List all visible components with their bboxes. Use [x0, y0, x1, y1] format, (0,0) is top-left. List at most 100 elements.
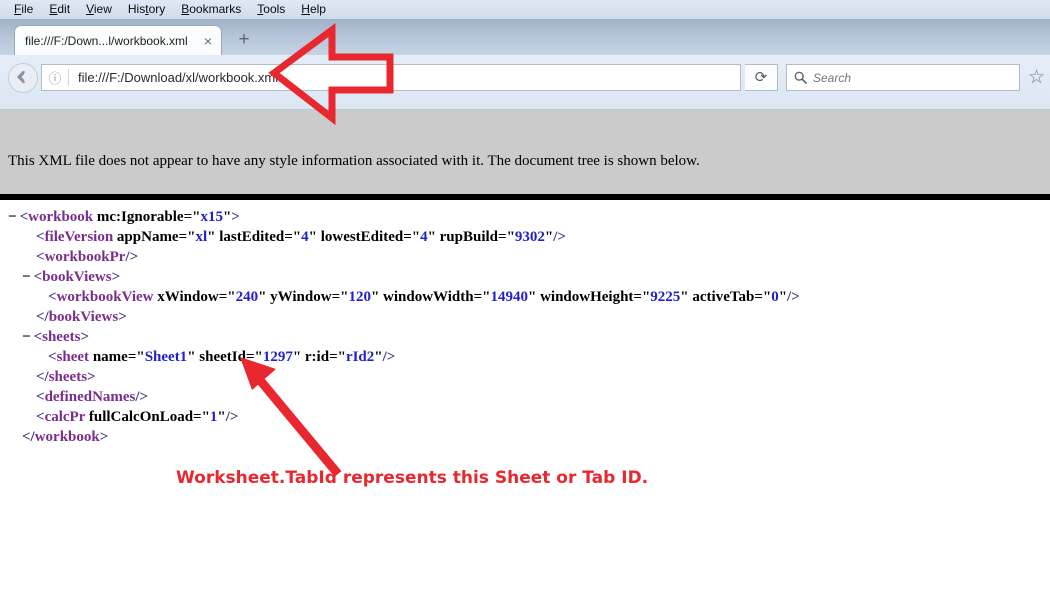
bookmark-star-icon[interactable]: ☆: [1028, 68, 1045, 87]
new-tab-button[interactable]: +: [232, 28, 256, 52]
xml-punct: >: [112, 269, 121, 285]
xml-tag: workbook: [35, 429, 100, 445]
xml-eq: ": [374, 349, 382, 365]
xml-punct: />: [383, 349, 396, 365]
xml-banner-text: This XML file does not appear to have an…: [8, 153, 700, 170]
xml-eq: =": [284, 229, 301, 245]
collapse-toggle-icon[interactable]: −: [22, 269, 31, 285]
xml-attr: xWindow: [157, 289, 218, 305]
info-icon[interactable]: ⓘ: [42, 68, 68, 87]
xml-line: −<workbook mc:Ignorable="x15">: [0, 207, 1050, 227]
xml-punct: />: [553, 229, 566, 245]
xml-val: 14940: [490, 289, 528, 305]
xml-line: <fileVersion appName="xl" lastEdited="4"…: [0, 227, 1050, 247]
xml-eq: =": [193, 409, 210, 425]
menu-item-file[interactable]: File: [6, 0, 41, 19]
xml-punct: />: [226, 409, 239, 425]
xml-tag: sheet: [57, 349, 90, 365]
xml-line: <workbookPr/>: [0, 247, 1050, 267]
xml-punct: >: [231, 209, 240, 225]
back-button[interactable]: [8, 63, 38, 93]
xml-val: 240: [236, 289, 259, 305]
xml-punct: >: [118, 309, 127, 325]
xml-eq: ": [545, 229, 553, 245]
url-text: file:///F:/Download/xl/workbook.xml: [69, 70, 740, 85]
xml-eq: =": [633, 289, 650, 305]
tab-title: file:///F:/Down...l/workbook.xml: [25, 34, 201, 48]
xml-attr: mc:Ignorable: [97, 209, 184, 225]
xml-punct: >: [100, 429, 109, 445]
close-icon[interactable]: ×: [201, 34, 215, 48]
xml-attr: lastEdited: [219, 229, 284, 245]
reload-button[interactable]: ⟳: [745, 64, 778, 91]
xml-val: Sheet1: [145, 349, 188, 365]
menu-item-history[interactable]: History: [120, 0, 173, 19]
address-bar[interactable]: ⓘ file:///F:/Download/xl/workbook.xml: [41, 64, 741, 91]
xml-eq: ": [528, 289, 540, 305]
xml-style-banner: This XML file does not appear to have an…: [0, 110, 1050, 194]
xml-val: xl: [195, 229, 207, 245]
menu-item-view[interactable]: View: [78, 0, 120, 19]
xml-attr: appName: [117, 229, 179, 245]
xml-eq: ": [428, 229, 440, 245]
xml-punct: <: [20, 209, 29, 225]
xml-attr: activeTab: [692, 289, 754, 305]
xml-tag: sheets: [49, 369, 87, 385]
xml-punct: <: [36, 389, 45, 405]
menu-item-edit[interactable]: Edit: [41, 0, 78, 19]
xml-line: −<bookViews>: [0, 267, 1050, 287]
xml-tag: workbookView: [57, 289, 154, 305]
xml-punct: <: [36, 229, 45, 245]
navigation-bar: ⓘ file:///F:/Download/xl/workbook.xml ⟳ …: [0, 55, 1050, 110]
xml-attr: windowWidth: [383, 289, 474, 305]
xml-eq: =": [179, 229, 196, 245]
browser-tab[interactable]: file:///F:/Down...l/workbook.xml ×: [14, 25, 222, 55]
xml-eq: =": [332, 289, 349, 305]
xml-line: </sheets>: [0, 367, 1050, 387]
xml-eq: ": [217, 409, 225, 425]
collapse-toggle-icon[interactable]: −: [8, 209, 17, 225]
xml-eq: ": [207, 229, 219, 245]
search-bar[interactable]: [786, 64, 1020, 91]
xml-eq: ": [187, 349, 199, 365]
xml-val: 0: [771, 289, 779, 305]
collapse-toggle-icon[interactable]: −: [22, 329, 31, 345]
xml-punct: />: [135, 389, 148, 405]
xml-punct: </: [36, 369, 49, 385]
xml-eq: =": [128, 349, 145, 365]
xml-punct: >: [87, 369, 96, 385]
xml-line: </workbook>: [0, 427, 1050, 447]
xml-val: 4: [420, 229, 428, 245]
xml-line: </bookViews>: [0, 307, 1050, 327]
xml-eq: ": [680, 289, 692, 305]
xml-punct: <: [48, 289, 57, 305]
menu-item-bookmarks[interactable]: Bookmarks: [173, 0, 249, 19]
xml-punct: <: [36, 249, 45, 265]
search-input[interactable]: [813, 71, 1019, 85]
menu-item-help[interactable]: Help: [293, 0, 334, 19]
back-arrow-icon: [14, 69, 30, 85]
xml-eq: ": [309, 229, 321, 245]
xml-eq: ": [293, 349, 305, 365]
xml-eq: ": [258, 289, 270, 305]
xml-attr: name: [93, 349, 128, 365]
xml-attr: r:id: [305, 349, 329, 365]
xml-tag: fileVersion: [45, 229, 114, 245]
xml-val: 9225: [650, 289, 680, 305]
xml-tag: calcPr: [45, 409, 86, 425]
menu-item-tools[interactable]: Tools: [249, 0, 293, 19]
xml-document-tree: −<workbook mc:Ignorable="x15"><fileVersi…: [0, 200, 1050, 600]
xml-attr: rupBuild: [440, 229, 498, 245]
xml-tag: bookViews: [49, 309, 118, 325]
xml-tag: bookViews: [42, 269, 111, 285]
xml-val: rId2: [346, 349, 374, 365]
xml-eq: =": [498, 229, 515, 245]
xml-attr: lowestEdited: [321, 229, 404, 245]
xml-attr: yWindow: [270, 289, 331, 305]
xml-punct: />: [125, 249, 138, 265]
xml-tag: workbook: [28, 209, 93, 225]
xml-line: <calcPr fullCalcOnLoad="1"/>: [0, 407, 1050, 427]
xml-attr: sheetId: [199, 349, 246, 365]
xml-eq: =": [184, 209, 201, 225]
xml-eq: =": [474, 289, 491, 305]
